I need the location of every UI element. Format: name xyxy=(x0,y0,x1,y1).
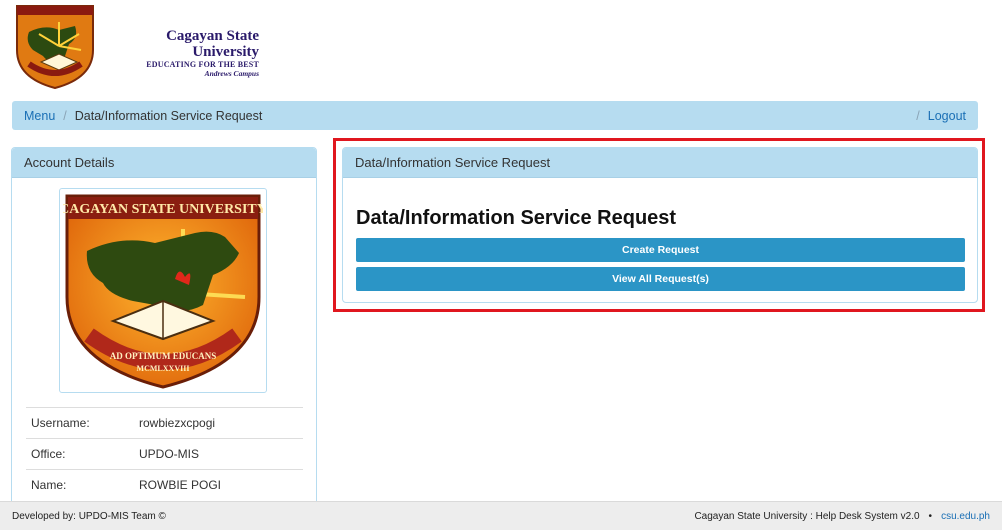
footer-system-text: Cagayan State University : Help Desk Sys… xyxy=(694,510,920,522)
service-request-panel: Data/Information Service Request Data/In… xyxy=(342,147,978,303)
service-request-title: Data/Information Service Request xyxy=(356,207,677,229)
office-value: UPDO-MIS xyxy=(134,438,303,470)
university-seal-frame: CAGAYAN STATE UNIVERSITY AD OPTIMUM EDUC… xyxy=(59,188,267,393)
breadcrumb-current: Data/Information Service Request xyxy=(74,108,263,123)
account-info-table: Username: rowbiezxcpogi Office: UPDO-MIS… xyxy=(26,407,303,500)
office-label: Office: xyxy=(26,438,134,470)
footer-bullet: • xyxy=(928,510,933,522)
seal-motto: AD OPTIMUM EDUCANS xyxy=(110,351,217,361)
account-details-panel: Account Details CAGAYAN STATE UNIVERSITY xyxy=(11,147,317,517)
breadcrumb-menu-link[interactable]: Menu xyxy=(24,109,55,123)
breadcrumb-right: / Logout xyxy=(908,109,966,123)
footer-right: Cagayan State University : Help Desk Sys… xyxy=(694,511,990,522)
logout-link[interactable]: Logout xyxy=(928,109,966,123)
breadcrumb-separator: / xyxy=(916,108,920,123)
name-label: Name: xyxy=(26,469,134,500)
university-title: Cagayan State University EDUCATING FOR T… xyxy=(99,28,259,78)
university-name: Cagayan State University xyxy=(166,28,259,60)
campus-name: Andrews Campus xyxy=(204,69,259,78)
view-all-requests-button[interactable]: View All Request(s) xyxy=(356,267,965,291)
table-row: Username: rowbiezxcpogi xyxy=(26,407,303,439)
page-footer: Developed by: UPDO-MIS Team © Cagayan St… xyxy=(0,501,1002,530)
university-seal-icon: CAGAYAN STATE UNIVERSITY AD OPTIMUM EDUC… xyxy=(63,194,263,389)
university-tagline: EDUCATING FOR THE BEST xyxy=(146,60,259,69)
breadcrumb-separator: / xyxy=(63,108,67,123)
username-label: Username: xyxy=(26,407,134,439)
seal-top-text: CAGAYAN STATE UNIVERSITY xyxy=(63,202,263,217)
name-value: ROWBIE POGI xyxy=(134,469,303,500)
create-request-button[interactable]: Create Request xyxy=(356,238,965,262)
footer-developer-text: Developed by: UPDO-MIS Team © xyxy=(12,510,166,522)
account-details-heading: Account Details xyxy=(12,148,316,178)
service-request-heading: Data/Information Service Request xyxy=(343,148,977,178)
table-row: Name: ROWBIE POGI xyxy=(26,469,303,500)
csu-logo-icon[interactable] xyxy=(15,4,95,90)
site-header: Cagayan State University EDUCATING FOR T… xyxy=(15,4,415,94)
seal-year: MCMLXXVIII xyxy=(137,364,190,373)
footer-site-link[interactable]: csu.edu.ph xyxy=(941,511,990,522)
breadcrumb: Menu / Data/Information Service Request … xyxy=(12,101,978,130)
username-value: rowbiezxcpogi xyxy=(134,407,303,439)
table-row: Office: UPDO-MIS xyxy=(26,438,303,470)
